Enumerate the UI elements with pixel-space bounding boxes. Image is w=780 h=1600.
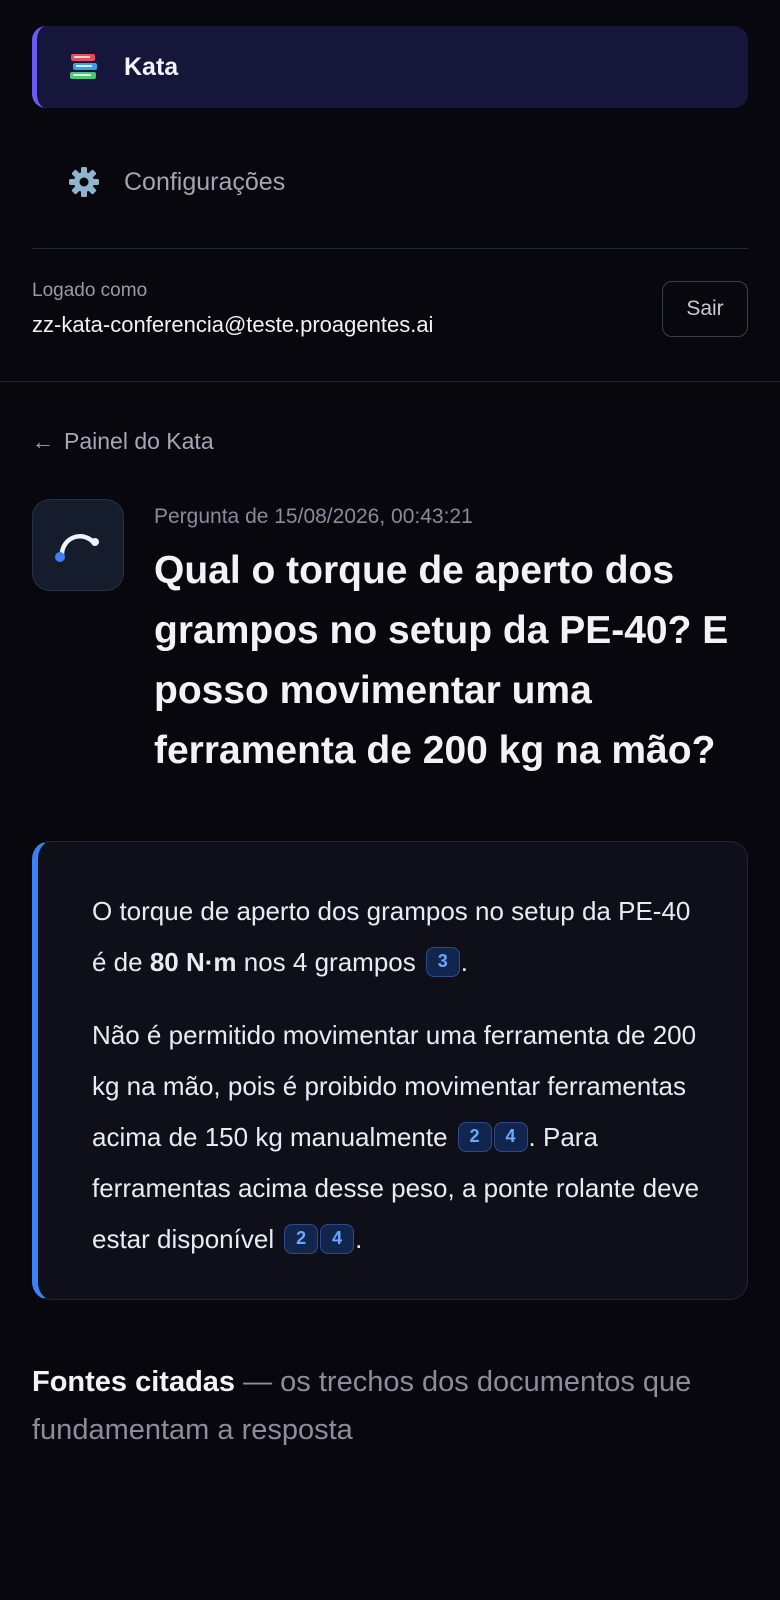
answer-paragraph-2: Não é permitido movimentar uma ferrament… <box>92 1010 707 1265</box>
answer-text: Não é permitido movimentar uma ferrament… <box>92 1020 697 1152</box>
back-link-label: Painel do Kata <box>64 428 214 454</box>
books-icon <box>66 49 102 85</box>
citation-badge[interactable]: 3 <box>425 947 460 977</box>
assistant-avatar <box>32 499 124 591</box>
answer-card: O torque de aperto dos grampos no setup … <box>32 841 748 1300</box>
question-title: Qual o torque de aperto dos grampos no s… <box>154 549 729 772</box>
nav-item-kata-label: Kata <box>124 52 179 81</box>
logout-button[interactable]: Sair <box>662 281 748 337</box>
back-link[interactable]: ← Painel do Kata <box>32 428 748 455</box>
logged-in-label: Logado como <box>32 280 148 301</box>
gear-icon <box>66 164 102 200</box>
sidebar-nav: Kata Configurações <box>0 0 780 218</box>
question-timestamp: Pergunta de 15/08/2026, 00:43:21 <box>154 505 473 528</box>
arc-logo-icon <box>55 534 99 562</box>
sources-heading: Fontes citadas — os trechos dos document… <box>32 1358 748 1454</box>
citation-badge[interactable]: 4 <box>493 1122 528 1152</box>
user-info: Logado como zz-kata-conferencia@teste.pr… <box>0 249 780 345</box>
arrow-left-icon: ← <box>32 428 54 454</box>
nav-item-kata[interactable]: Kata <box>32 26 748 108</box>
citation-badge[interactable]: 4 <box>320 1224 355 1254</box>
sources-title: Fontes citadas <box>32 1366 236 1398</box>
citation-badge[interactable]: 2 <box>284 1224 319 1254</box>
header-divider <box>0 381 780 382</box>
answer-paragraph-1: O torque de aperto dos grampos no setup … <box>92 886 707 988</box>
answer-emphasis: 80 N·m <box>149 947 237 977</box>
question-block: Pergunta de 15/08/2026, 00:43:21 Qual o … <box>32 499 748 781</box>
answer-text: . <box>460 947 468 977</box>
answer-text: nos 4 grampos <box>236 947 416 977</box>
nav-item-settings-label: Configurações <box>124 167 286 196</box>
citation-badge[interactable]: 2 <box>457 1122 492 1152</box>
user-email: zz-kata-conferencia@teste.proagentes.ai <box>32 312 434 337</box>
nav-item-settings[interactable]: Configurações <box>32 146 748 218</box>
answer-text: . <box>355 1224 363 1254</box>
